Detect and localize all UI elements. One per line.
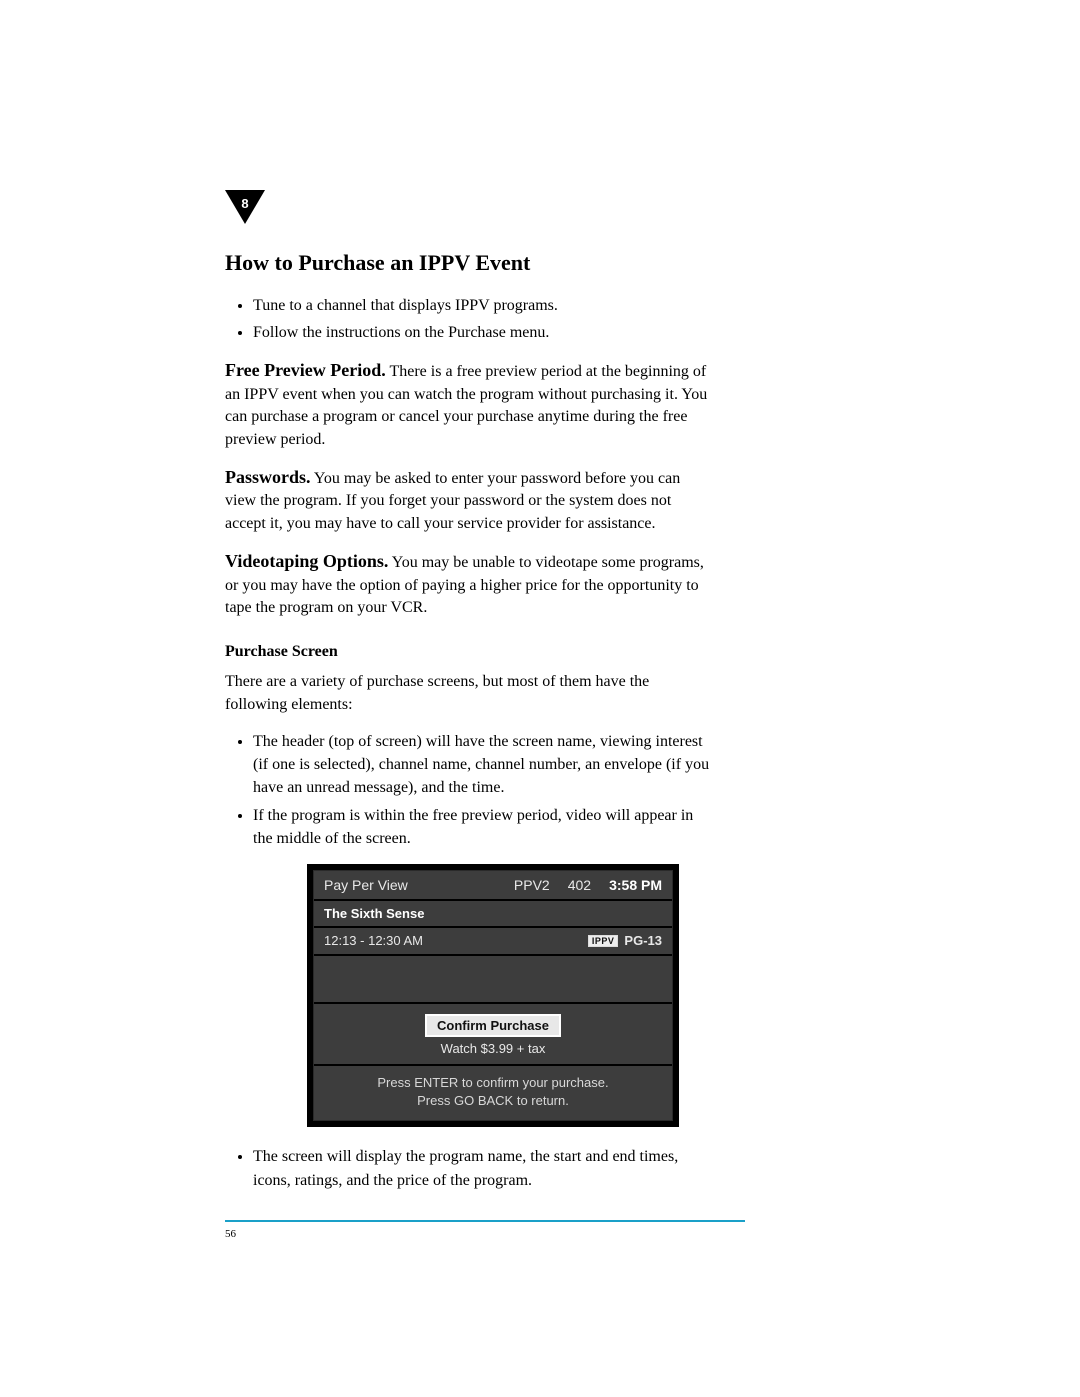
- page-divider: [225, 1220, 745, 1222]
- list-item: Follow the instructions on the Purchase …: [253, 321, 715, 344]
- tv-screenshot: Pay Per View PPV2 402 3:58 PM The Sixth …: [307, 864, 679, 1127]
- tv-clock: 3:58 PM: [609, 877, 662, 893]
- paragraph-free-preview: Free Preview Period. There is a free pre…: [225, 358, 715, 451]
- tv-confirm-block: Confirm Purchase Watch $3.99 + tax: [314, 1004, 672, 1066]
- purchase-screen-bullets-after: The screen will display the program name…: [225, 1145, 715, 1191]
- page: 8 How to Purchase an IPPV Event Tune to …: [0, 0, 1080, 1397]
- list-item: Tune to a channel that displays IPPV pro…: [253, 294, 715, 317]
- tv-header: Pay Per View PPV2 402 3:58 PM: [314, 871, 672, 901]
- tv-footer-line2: Press GO BACK to return.: [324, 1092, 662, 1110]
- purchase-screen-bullets-before: The header (top of screen) will have the…: [225, 730, 715, 850]
- tv-price-line: Watch $3.99 + tax: [324, 1041, 662, 1056]
- chapter-marker-icon: 8: [225, 190, 265, 230]
- run-in-heading: Videotaping Options.: [225, 551, 388, 571]
- run-in-heading: Passwords.: [225, 467, 311, 487]
- content-column: How to Purchase an IPPV Event Tune to a …: [225, 250, 715, 1240]
- confirm-purchase-button[interactable]: Confirm Purchase: [425, 1014, 561, 1037]
- run-in-heading: Free Preview Period.: [225, 360, 386, 380]
- tv-rating-block: IPPV PG-13: [588, 933, 662, 948]
- page-number: 56: [225, 1228, 715, 1240]
- paragraph-videotaping: Videotaping Options. You may be unable t…: [225, 549, 715, 619]
- list-item: If the program is within the free previe…: [253, 804, 715, 850]
- paragraph-passwords: Passwords. You may be asked to enter you…: [225, 465, 715, 535]
- tv-program-time: 12:13 - 12:30 AM: [324, 933, 588, 948]
- tv-program-title-row: The Sixth Sense: [314, 901, 672, 928]
- tv-footer-line1: Press ENTER to confirm your purchase.: [324, 1074, 662, 1092]
- tv-panel: Pay Per View PPV2 402 3:58 PM The Sixth …: [313, 870, 673, 1121]
- tv-program-time-row: 12:13 - 12:30 AM IPPV PG-13: [314, 928, 672, 956]
- list-item: The header (top of screen) will have the…: [253, 730, 715, 800]
- list-item: The screen will display the program name…: [253, 1145, 715, 1191]
- tv-channel-name: PPV2: [514, 877, 550, 893]
- tv-program-title: The Sixth Sense: [324, 906, 424, 921]
- section-heading: How to Purchase an IPPV Event: [225, 250, 715, 276]
- tv-video-area: [314, 956, 672, 1004]
- chapter-number: 8: [225, 196, 265, 211]
- tv-footer: Press ENTER to confirm your purchase. Pr…: [314, 1066, 672, 1120]
- subsection-heading: Purchase Screen: [225, 643, 715, 661]
- subsection-intro: There are a variety of purchase screens,…: [225, 671, 715, 716]
- tv-rating: PG-13: [624, 933, 662, 948]
- tv-screen-name: Pay Per View: [324, 877, 496, 893]
- ippv-badge-icon: IPPV: [588, 935, 619, 947]
- tv-channel-number: 402: [568, 877, 591, 893]
- intro-bullet-list: Tune to a channel that displays IPPV pro…: [225, 294, 715, 344]
